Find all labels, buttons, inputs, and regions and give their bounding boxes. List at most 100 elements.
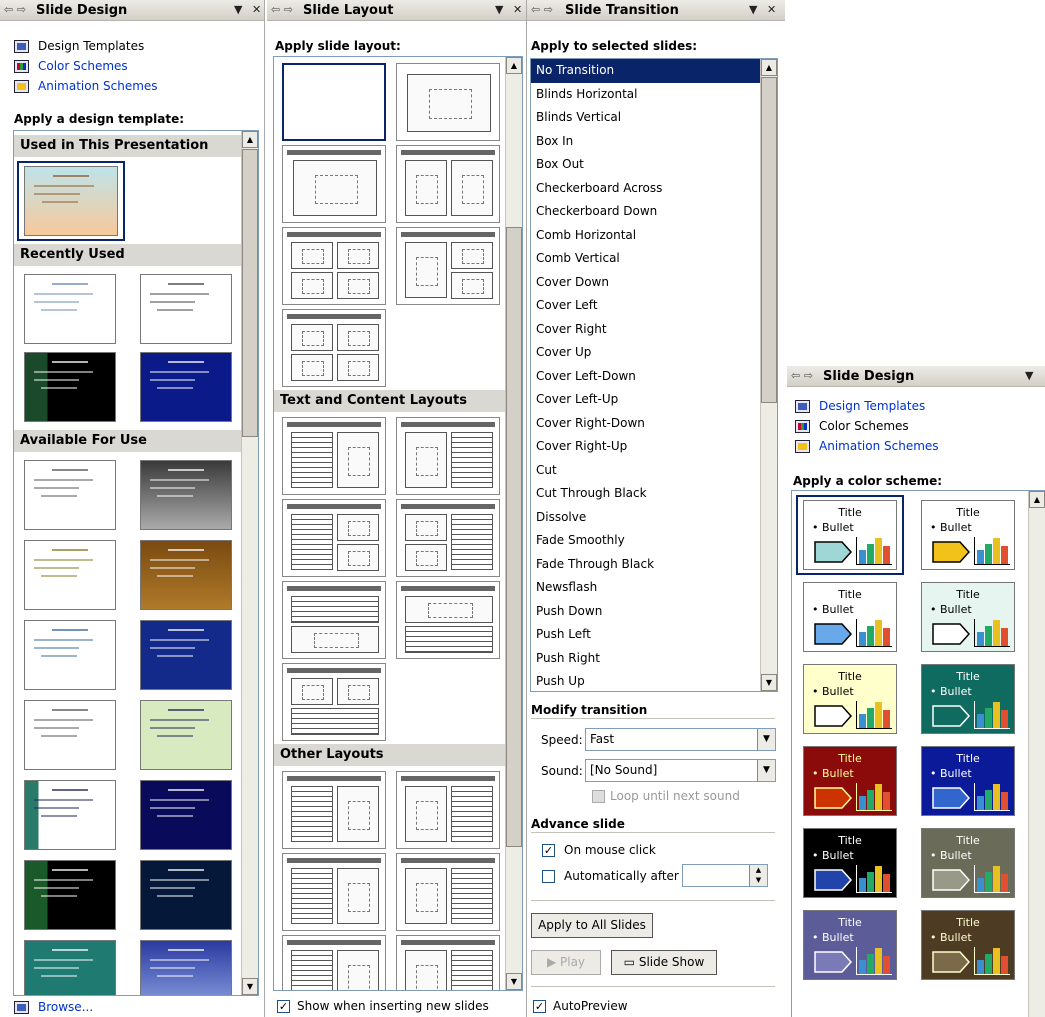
transition-item[interactable]: Cover Left-Down: [531, 365, 760, 389]
design-thumbnail[interactable]: [140, 940, 232, 995]
color-scheme-swatch[interactable]: Title • Bullet: [921, 582, 1015, 652]
color-scheme-swatch[interactable]: Title • Bullet: [921, 910, 1015, 980]
layout-title-four-content-alt[interactable]: [282, 309, 386, 387]
color-scheme-swatch[interactable]: Title • Bullet: [921, 500, 1015, 570]
browse-link[interactable]: Browse...: [38, 1000, 93, 1014]
layout-blank[interactable]: [282, 63, 386, 141]
layout-text-over-content[interactable]: [282, 581, 386, 659]
layout-two-content-over-text[interactable]: [282, 663, 386, 741]
design-thumbnail[interactable]: [24, 860, 116, 930]
layout-content-over-text[interactable]: [396, 581, 500, 659]
design-thumbnail[interactable]: [24, 460, 116, 530]
design-thumbnail[interactable]: [24, 700, 116, 770]
animation-schemes-link[interactable]: Animation Schemes: [38, 79, 158, 93]
transition-item[interactable]: Fade Through Black: [531, 553, 760, 577]
design-thumbnail[interactable]: [24, 540, 116, 610]
layout-title-two-content[interactable]: [396, 145, 500, 223]
transition-item[interactable]: Push Right: [531, 647, 760, 671]
spinner-arrows-icon[interactable]: ▲ ▼: [749, 865, 767, 886]
transition-item[interactable]: No Transition: [531, 59, 760, 83]
transition-item[interactable]: Push Left: [531, 623, 760, 647]
layout-title-four-content[interactable]: [282, 227, 386, 305]
transition-item[interactable]: Blinds Vertical: [531, 106, 760, 130]
design-thumbnail[interactable]: [140, 352, 232, 422]
slide-show-button[interactable]: ▭ Slide Show: [611, 950, 717, 975]
pane-menu-icon[interactable]: ▼: [749, 3, 757, 16]
scroll-track[interactable]: [1029, 509, 1045, 1009]
color-scheme-swatch[interactable]: Title • Bullet: [803, 664, 897, 734]
chevron-down-icon[interactable]: ▼: [757, 760, 775, 781]
show-when-inserting-checkbox[interactable]: ✓: [277, 1000, 290, 1013]
animation-schemes-link[interactable]: Animation Schemes: [819, 439, 939, 453]
loop-checkbox[interactable]: [592, 790, 605, 803]
design-templates-link[interactable]: Design Templates: [819, 399, 925, 413]
sound-dropdown[interactable]: [No Sound] ▼: [585, 759, 776, 782]
transition-item[interactable]: Comb Horizontal: [531, 224, 760, 248]
design-thumbnail[interactable]: [140, 460, 232, 530]
transition-item[interactable]: Box In: [531, 130, 760, 154]
design-thumbnail[interactable]: [140, 780, 232, 850]
transition-item[interactable]: Cover Right-Down: [531, 412, 760, 436]
scroll-thumb[interactable]: [761, 77, 777, 403]
design-thumbnail[interactable]: [140, 700, 232, 770]
design-list-scrollbar[interactable]: ▲ ▼: [241, 131, 258, 995]
color-scheme-scrollbar[interactable]: ▲: [1028, 491, 1045, 1017]
layout-text-content[interactable]: [282, 417, 386, 495]
transition-item[interactable]: Cover Left: [531, 294, 760, 318]
color-scheme-swatch[interactable]: Title • Bullet: [803, 828, 897, 898]
transition-item[interactable]: Push Up: [531, 670, 760, 691]
transition-item[interactable]: Fade Smoothly: [531, 529, 760, 553]
transition-item[interactable]: Cut Through Black: [531, 482, 760, 506]
transition-list[interactable]: No Transition Blinds Horizontal Blinds Ver…: [530, 58, 778, 692]
color-scheme-swatch[interactable]: Title • Bullet: [803, 500, 897, 570]
color-scheme-swatch[interactable]: Title • Bullet: [803, 746, 897, 816]
color-scheme-swatch[interactable]: Title • Bullet: [803, 582, 897, 652]
scroll-up-icon[interactable]: ▲: [506, 57, 522, 74]
scroll-up-icon[interactable]: ▲: [1029, 491, 1045, 508]
scroll-down-icon[interactable]: ▼: [242, 978, 258, 995]
transition-item[interactable]: Checkerboard Down: [531, 200, 760, 224]
scroll-up-icon[interactable]: ▲: [761, 59, 777, 76]
transition-item[interactable]: Dissolve: [531, 506, 760, 530]
layout-text-chart[interactable]: [282, 853, 386, 931]
design-thumbnail[interactable]: [140, 620, 232, 690]
design-thumbnail[interactable]: [24, 780, 116, 850]
design-thumbnail[interactable]: [24, 940, 116, 995]
on-mouse-click-checkbox[interactable]: ✓: [542, 844, 555, 857]
color-scheme-swatch[interactable]: Title • Bullet: [921, 828, 1015, 898]
transition-list-scrollbar[interactable]: ▲ ▼: [760, 59, 777, 691]
transition-item[interactable]: Cover Up: [531, 341, 760, 365]
transition-item[interactable]: Box Out: [531, 153, 760, 177]
close-icon[interactable]: ✕: [767, 3, 776, 16]
layout-content[interactable]: [396, 63, 500, 141]
layout-text-clipart[interactable]: [282, 771, 386, 849]
speed-dropdown[interactable]: Fast ▼: [585, 728, 776, 751]
layout-title-content-two[interactable]: [396, 227, 500, 305]
back-forward-icon[interactable]: ⇦ ⇨: [4, 3, 26, 16]
layout-clipart-text[interactable]: [396, 771, 500, 849]
layout-title-content[interactable]: [282, 145, 386, 223]
chevron-down-icon[interactable]: ▼: [757, 729, 775, 750]
transition-item[interactable]: Blinds Horizontal: [531, 83, 760, 107]
transition-item[interactable]: Checkerboard Across: [531, 177, 760, 201]
pane-menu-icon[interactable]: ▼: [495, 3, 503, 16]
layout-text-media[interactable]: [282, 935, 386, 990]
transition-item[interactable]: Cut: [531, 459, 760, 483]
play-button[interactable]: ▶ Play: [531, 950, 601, 975]
close-icon[interactable]: ✕: [513, 3, 522, 16]
scroll-thumb[interactable]: [506, 227, 522, 847]
close-icon[interactable]: ✕: [252, 3, 261, 16]
layout-two-content-text[interactable]: [396, 499, 500, 577]
layout-media-text[interactable]: [396, 935, 500, 990]
design-thumbnail[interactable]: [140, 540, 232, 610]
scroll-down-icon[interactable]: ▼: [761, 674, 777, 691]
back-forward-icon[interactable]: ⇦ ⇨: [271, 3, 293, 16]
autopreview-checkbox[interactable]: ✓: [533, 1000, 546, 1013]
transition-item[interactable]: Cover Right: [531, 318, 760, 342]
design-thumbnail[interactable]: [24, 274, 116, 344]
transition-item[interactable]: Newsflash: [531, 576, 760, 600]
color-scheme-swatch[interactable]: Title • Bullet: [803, 910, 897, 980]
apply-all-slides-button[interactable]: Apply to All Slides: [531, 913, 653, 938]
layout-chart-text[interactable]: [396, 853, 500, 931]
scroll-up-icon[interactable]: ▲: [242, 131, 258, 148]
